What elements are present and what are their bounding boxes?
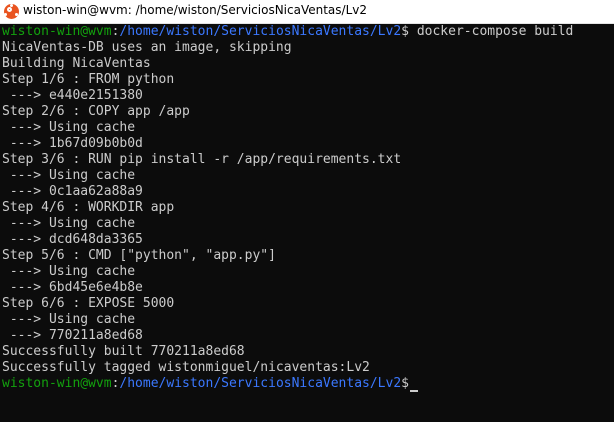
text-cursor <box>410 390 418 392</box>
window-titlebar[interactable]: wiston-win@wvm: /home/wiston/ServiciosNi… <box>0 0 614 24</box>
prompt-symbol: $ <box>401 376 409 391</box>
output-line: ---> Using cache <box>2 168 136 183</box>
output-line: ---> Using cache <box>2 312 136 327</box>
prompt-line[interactable]: wiston-win@wvm:/home/wiston/ServiciosNic… <box>2 376 418 392</box>
output-line: ---> e440e2151380 <box>2 88 143 103</box>
output-line: Step 1/6 : FROM python <box>2 72 175 87</box>
output-line: Successfully built 770211a8ed68 <box>2 344 245 359</box>
output-line: Step 5/6 : CMD ["python", "app.py"] <box>2 248 276 263</box>
output-line: ---> Using cache <box>2 216 136 231</box>
output-line: ---> Using cache <box>2 120 136 135</box>
output-line: Building NicaVentas <box>2 56 151 71</box>
prompt-path: /home/wiston/ServiciosNicaVentas/Lv2 <box>119 376 402 391</box>
output-line: ---> dcd648da3365 <box>2 232 143 247</box>
output-line: Successfully tagged wistonmiguel/nicaven… <box>2 360 370 375</box>
output-line: NicaVentas-DB uses an image, skipping <box>2 40 292 55</box>
output-line: Step 2/6 : COPY app /app <box>2 104 190 119</box>
output-line: Step 4/6 : WORKDIR app <box>2 200 175 215</box>
output-line: Step 6/6 : EXPOSE 5000 <box>2 296 175 311</box>
prompt-user-host: wiston-win@wvm <box>2 24 112 39</box>
prompt-line: wiston-win@wvm:/home/wiston/ServiciosNic… <box>2 24 573 40</box>
ubuntu-logo-icon <box>4 4 19 19</box>
output-line: ---> 6bd45e6e4b8e <box>2 280 143 295</box>
output-line: Step 3/6 : RUN pip install -r /app/requi… <box>2 152 402 167</box>
command-text: docker-compose build <box>409 24 574 39</box>
prompt-symbol: $ <box>401 24 409 39</box>
prompt-user-host: wiston-win@wvm <box>2 376 112 391</box>
output-line: ---> 0c1aa62a88a9 <box>2 184 143 199</box>
terminal-output[interactable]: wiston-win@wvm:/home/wiston/ServiciosNic… <box>0 24 614 422</box>
terminal-scrollbar[interactable] <box>610 24 614 422</box>
prompt-path: /home/wiston/ServiciosNicaVentas/Lv2 <box>119 24 402 39</box>
output-line: ---> Using cache <box>2 264 136 279</box>
output-line: ---> 770211a8ed68 <box>2 328 143 343</box>
window-title: wiston-win@wvm: /home/wiston/ServiciosNi… <box>23 3 367 17</box>
output-line: ---> 1b67d09b0b0d <box>2 136 143 151</box>
